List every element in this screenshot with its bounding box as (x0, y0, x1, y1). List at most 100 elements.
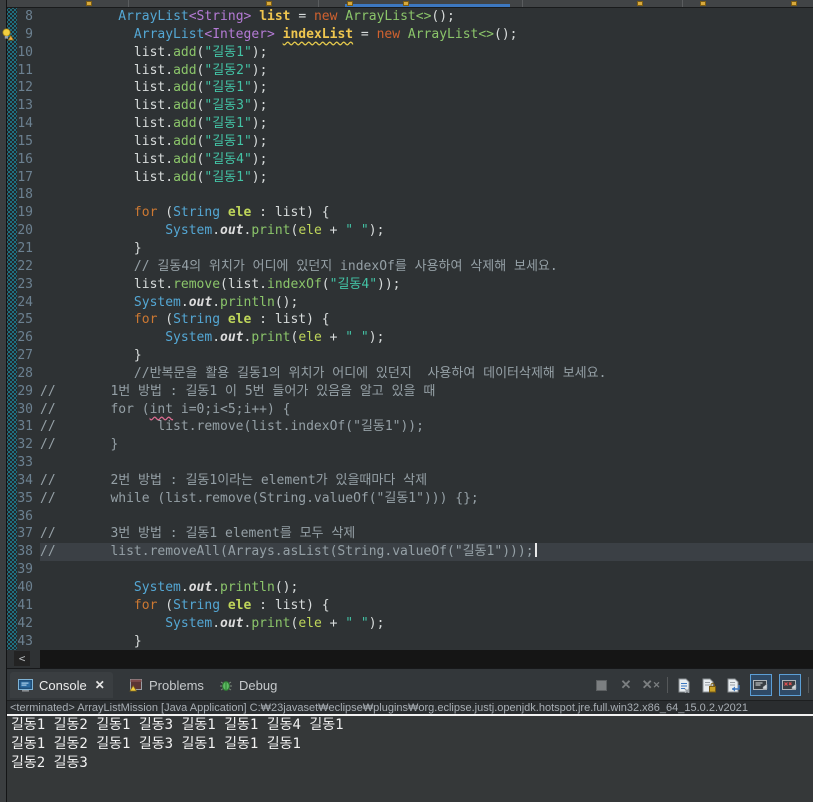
terminate-button[interactable] (592, 676, 610, 694)
code-line[interactable]: 13 list.add("길동3"); (6, 97, 813, 116)
quick-diff-ruler[interactable] (6, 7, 17, 650)
code-line[interactable]: 32// } (6, 436, 813, 455)
code-line[interactable]: 31// list.remove(list.indexOf("길동1")); (6, 418, 813, 437)
code-token-met: <> (478, 26, 495, 42)
code-text: System.out.print(ele + " "); (40, 329, 813, 347)
console-output-area[interactable]: 길동1 길동2 길동1 길동3 길동1 길동1 길동4 길동1 길동1 길동2 길… (6, 714, 813, 802)
code-token-lvar: ele (298, 223, 322, 239)
clear-console-button[interactable] (675, 676, 693, 694)
code-line[interactable]: 10 list.add("길동1"); (6, 43, 813, 62)
code-token-met: println (220, 580, 275, 595)
code-token-pln: } (40, 633, 142, 649)
code-token-met: add (173, 62, 197, 78)
show-console-stderr-toggle[interactable] (779, 674, 801, 696)
code-line[interactable]: 34// 2번 방법 : 길동1이라는 element가 있을때마다 삭제 (6, 471, 813, 490)
code-line[interactable]: 38// list.removeAll(Arrays.asList(String… (6, 543, 813, 562)
debug-bug-icon (220, 680, 232, 691)
scroll-left-arrow[interactable]: < (14, 651, 30, 666)
code-token-type: String (173, 205, 221, 221)
code-line[interactable]: 41 for (String ele : list) { (6, 596, 813, 615)
code-text: // 1번 방법 : 길동1 이 5번 들어가 있음을 알고 있을 때 (40, 383, 813, 401)
code-token-pln (40, 134, 134, 149)
code-line[interactable]: 9 ArrayList<Integer> indexList = new Arr… (6, 25, 813, 44)
code-line[interactable]: 39 (6, 561, 813, 579)
breadcrumb-class-icon (403, 1, 409, 6)
code-line[interactable]: 36 (6, 507, 813, 526)
tab-debug[interactable]: Debug (211, 672, 285, 698)
code-token-pln (40, 152, 134, 167)
code-line[interactable]: 18 (6, 186, 813, 205)
code-text: // 2번 방법 : 길동1이라는 element가 있을때마다 삭제 (40, 472, 813, 490)
code-line[interactable]: 14 list.add("길동1"); (6, 115, 813, 133)
close-icon[interactable]: ✕ (95, 678, 105, 692)
code-token-met: println (220, 294, 275, 310)
code-line[interactable]: 40 System.out.println(); (6, 579, 813, 597)
code-token-kw: for (133, 312, 158, 328)
show-console-stdout-toggle[interactable] (750, 674, 772, 696)
code-token-var: list (259, 9, 291, 24)
code-line[interactable]: 25 for (String ele : list) { (6, 311, 813, 330)
code-line[interactable]: 27 } (6, 347, 813, 365)
code-lines[interactable]: 8 ArrayList<String> list = new ArrayList… (6, 8, 813, 651)
console-panel: Console ✕ Problems Debug ✕ ✕ ✕ <terminat… (6, 668, 813, 802)
code-token-varwarn: indexList (282, 26, 354, 42)
code-token-pln: . (212, 615, 221, 631)
code-text: // while (list.remove(String.valueOf("길동… (40, 490, 813, 508)
code-line[interactable]: 29// 1번 방법 : 길동1 이 5번 들어가 있음을 알고 있을 때 (6, 382, 813, 401)
code-line[interactable]: 26 System.out.print(ele + " "); (6, 329, 813, 348)
window-left-edge (0, 0, 7, 802)
java-code-editor[interactable]: 8 ArrayList<String> list = new ArrayList… (6, 7, 813, 651)
code-token-pln: list. (133, 62, 174, 78)
code-token-met: add (173, 169, 197, 185)
code-token-com: // for ( (40, 401, 150, 417)
code-line[interactable]: 21 } (6, 239, 813, 258)
scrollbar-track[interactable] (40, 650, 813, 668)
code-token-pln (40, 27, 134, 42)
code-token-comsp: int (149, 401, 174, 417)
code-line[interactable]: 28 //반복문을 활용 길동1의 위치가 어디에 있던지 사용하여 데이터삭제… (6, 364, 813, 383)
code-line[interactable]: 19 for (String ele : list) { (6, 204, 813, 223)
code-line[interactable]: 24 System.out.println(); (6, 293, 813, 312)
code-text: // } (40, 436, 813, 454)
code-line[interactable]: 37// 3번 방법 : 길동1 element를 모두 삭제 (6, 525, 813, 544)
code-token-pln: list. (133, 80, 174, 96)
code-token-pln: . (212, 294, 221, 310)
code-line[interactable]: 20 System.out.print(ele + " "); (6, 222, 813, 240)
code-line[interactable]: 30// for (int i=0;i<5;i++) { (6, 400, 813, 419)
remove-all-terminated-button[interactable]: ✕ ✕ (642, 676, 660, 694)
tab-problems[interactable]: Problems (121, 672, 212, 698)
code-line[interactable]: 12 list.add("길동1"); (6, 79, 813, 98)
code-line[interactable]: 23 list.remove(list.indexOf("길동4")); (6, 275, 813, 294)
console-output-line: 길동1 길동2 길동1 길동3 길동1 길동1 길동4 길동1 (11, 717, 344, 733)
code-line[interactable]: 17 list.add("길동1"); (6, 168, 813, 187)
code-token-com: // 2번 방법 : 길동1이라는 element가 있을때마다 삭제 (40, 472, 428, 488)
code-line[interactable]: 33 (6, 454, 813, 472)
code-line[interactable]: 22 // 길동4의 위치가 어디에 있던지 indexOf를 사용하여 삭제해… (6, 257, 813, 276)
code-line[interactable]: 43 } (6, 632, 813, 651)
code-line[interactable]: 11 list.add("길동2"); (6, 61, 813, 80)
code-token-pln: list. (133, 44, 174, 60)
code-token-pln (40, 616, 165, 631)
warning-lightbulb-icon[interactable] (1, 28, 14, 41)
code-token-pln: list. (227, 276, 267, 292)
console-output-line: 길동1 길동2 길동1 길동3 길동1 길동1 길동1 (11, 736, 301, 752)
code-text: System.out.print(ele + " "); (40, 222, 813, 240)
code-token-com: // } (40, 437, 119, 453)
code-token-pln (40, 598, 134, 613)
editor-horizontal-scrollbar[interactable]: < (6, 650, 813, 668)
code-token-met: add (173, 116, 197, 132)
tab-console[interactable]: Console ✕ (10, 672, 113, 698)
code-line[interactable]: 15 list.add("길동1"); (6, 132, 813, 151)
code-text: System.out.println(); (40, 579, 813, 597)
remove-launch-button[interactable]: ✕ (617, 676, 635, 694)
code-token-met: add (173, 80, 197, 96)
word-wrap-button[interactable] (725, 676, 743, 694)
code-token-lvarb: ele (227, 205, 252, 221)
code-token-com: i=0;i<5;i++) { (173, 401, 291, 417)
code-text: // for (int i=0;i<5;i++) { (40, 401, 813, 419)
code-line[interactable]: 35// while (list.remove(String.valueOf("… (6, 489, 813, 508)
code-line[interactable]: 8 ArrayList<String> list = new ArrayList… (6, 8, 813, 26)
code-line[interactable]: 16 list.add("길동4"); (6, 150, 813, 169)
code-line[interactable]: 42 System.out.print(ele + " "); (6, 614, 813, 633)
scroll-lock-button[interactable] (700, 676, 718, 694)
